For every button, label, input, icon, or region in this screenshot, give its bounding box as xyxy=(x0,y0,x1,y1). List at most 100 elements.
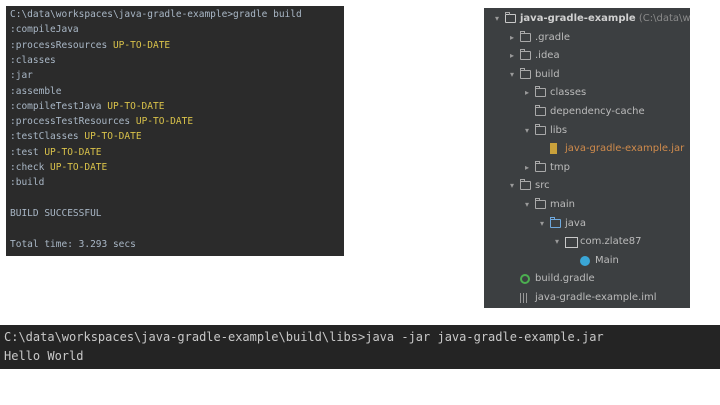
terminal-line-text: :check xyxy=(10,162,51,173)
tree-item-label: java-gradle-example.iml xyxy=(535,289,657,307)
chevron-right-icon[interactable]: ▸ xyxy=(507,47,517,65)
tree-item[interactable]: ▾ java xyxy=(484,215,690,233)
run-jar-terminal[interactable]: C:\data\workspaces\java-gradle-example\b… xyxy=(0,325,720,369)
tree-item[interactable]: ▸ .gradle xyxy=(484,29,690,47)
terminal-line-text: BUILD SUCCESSFUL xyxy=(10,207,102,219)
terminal-line: :testClasses UP-TO-DATE xyxy=(10,131,142,143)
project-tree-panel[interactable]: ▾java-gradle-example (C:\data\work▸.grad… xyxy=(484,8,690,308)
folder-icon xyxy=(520,30,531,42)
folder-icon xyxy=(520,49,531,61)
tree-item[interactable]: java-gradle-example.iml xyxy=(484,289,690,307)
task-status: UP-TO-DATE xyxy=(135,116,194,128)
terminal-line: :build xyxy=(10,177,44,189)
terminal-line: C:\data\workspaces\java-gradle-example\b… xyxy=(4,330,604,344)
task-status: UP-TO-DATE xyxy=(112,39,171,51)
chevron-down-icon[interactable]: ▾ xyxy=(492,10,502,28)
terminal-line: C:\data\workspaces\java-gradle-example>g… xyxy=(10,9,302,21)
terminal-line: :processTestResources UP-TO-DATE xyxy=(10,116,193,128)
tree-item[interactable]: ▸ tmp xyxy=(484,159,690,177)
tree-item[interactable]: ▸ classes xyxy=(484,84,690,102)
chevron-down-icon[interactable]: ▾ xyxy=(507,66,517,84)
tree-item-label: src xyxy=(535,177,550,195)
terminal-line-text: Total time: 3.293 secs xyxy=(10,238,136,250)
tree-item[interactable]: build.gradle xyxy=(484,270,690,288)
tree-item-label: .gradle xyxy=(535,29,570,47)
terminal-line-text: :processResources xyxy=(10,39,113,51)
tree-item-label: dependency-cache xyxy=(550,103,645,121)
tree-item-name: src xyxy=(535,180,550,192)
terminal-line: Total time: 3.293 secs xyxy=(10,239,136,251)
class-icon xyxy=(580,255,590,266)
tree-item[interactable]: java-gradle-example.jar xyxy=(484,140,690,158)
terminal-line-text: :classes xyxy=(10,54,56,66)
chevron-right-icon[interactable]: ▸ xyxy=(522,159,532,177)
project-path: (C:\data\work xyxy=(638,13,690,24)
tree-item[interactable]: dependency-cache xyxy=(484,103,690,121)
tree-item[interactable]: ▸ .idea xyxy=(484,47,690,65)
chevron-down-icon[interactable]: ▾ xyxy=(507,177,517,195)
tree-item-name: java-gradle-example.jar xyxy=(565,143,685,155)
tree-item-name: java xyxy=(565,217,586,229)
project-folder-icon xyxy=(505,12,516,23)
chevron-right-icon[interactable]: ▸ xyxy=(507,29,517,47)
tree-item-label: tmp xyxy=(550,159,570,177)
terminal-line-text: :compileTestJava xyxy=(10,100,108,112)
tree-item[interactable]: ▾ build xyxy=(484,66,690,84)
tree-item-label: java-gradle-example (C:\data\work xyxy=(520,10,690,28)
tree-item-label: libs xyxy=(550,122,567,140)
tree-item-name: java-gradle-example xyxy=(520,13,636,24)
terminal-line-text: :jar xyxy=(10,70,33,82)
tree-item-label: com.zlate87 xyxy=(580,233,642,251)
terminal-line: BUILD SUCCESSFUL xyxy=(10,208,102,220)
chevron-down-icon[interactable]: ▾ xyxy=(522,122,532,140)
terminal-line: :jar xyxy=(10,70,33,82)
tree-item[interactable]: ▾ src xyxy=(484,177,690,195)
terminal-line-text: :assemble xyxy=(10,85,62,97)
tree-item[interactable]: ▾ java-gradle-example (C:\data\work xyxy=(484,10,690,28)
tree-item-name: tmp xyxy=(550,161,571,173)
terminal-line: Hello World xyxy=(4,349,84,363)
tree-item-name: build xyxy=(535,68,560,80)
terminal-line: :assemble xyxy=(10,86,61,98)
chevron-down-icon[interactable]: ▾ xyxy=(537,215,547,233)
package-icon xyxy=(565,237,578,249)
tree-item-name: com.zlate87 xyxy=(580,236,642,248)
tree-item-name: classes xyxy=(550,87,587,99)
folder-icon xyxy=(520,67,531,79)
gradle-build-terminal[interactable]: C:\data\workspaces\java-gradle-example>g… xyxy=(6,6,344,256)
tree-item-label: build.gradle xyxy=(535,270,595,288)
tree-item[interactable]: ▾ main xyxy=(484,196,690,214)
task-status: UP-TO-DATE xyxy=(84,131,142,143)
tree-item-label: java xyxy=(565,215,586,233)
chevron-down-icon[interactable]: ▾ xyxy=(522,196,532,214)
terminal-line: :compileJava xyxy=(10,24,79,36)
terminal-line: :processResources UP-TO-DATE xyxy=(10,40,170,52)
terminal-line-text: :test xyxy=(10,146,45,158)
tree-item[interactable]: Main xyxy=(484,252,690,270)
tree-item-name: java-gradle-example.iml xyxy=(535,292,657,303)
jar-icon xyxy=(550,143,557,155)
tree-item-name: libs xyxy=(550,124,568,136)
terminal-line-text: :build xyxy=(10,177,45,189)
tree-item-label: build xyxy=(535,66,560,84)
tree-item-label: classes xyxy=(550,84,586,102)
tree-item-label: .idea xyxy=(535,47,560,65)
tree-item-name: .idea xyxy=(535,50,560,62)
source-folder-icon xyxy=(550,216,561,228)
tree-item-label: java-gradle-example.jar xyxy=(565,140,684,158)
tree-item-name: Main xyxy=(595,254,619,266)
chevron-right-icon[interactable]: ▸ xyxy=(522,84,532,102)
tree-item-name: dependency-cache xyxy=(550,106,645,117)
folder-icon xyxy=(520,179,531,191)
task-status: UP-TO-DATE xyxy=(50,162,108,173)
terminal-line-text: :processTestResources xyxy=(10,116,136,128)
terminal-line-text: :testClasses xyxy=(10,131,85,143)
task-status: UP-TO-DATE xyxy=(44,146,102,158)
chevron-down-icon[interactable]: ▾ xyxy=(552,233,562,251)
terminal-line: :test UP-TO-DATE xyxy=(10,147,102,159)
tree-item-label: Main xyxy=(595,252,619,270)
tree-item[interactable]: ▾ libs xyxy=(484,122,690,140)
iml-icon xyxy=(520,293,528,303)
terminal-line-text: :compileJava xyxy=(10,24,79,36)
tree-item[interactable]: ▾ com.zlate87 xyxy=(484,233,690,251)
